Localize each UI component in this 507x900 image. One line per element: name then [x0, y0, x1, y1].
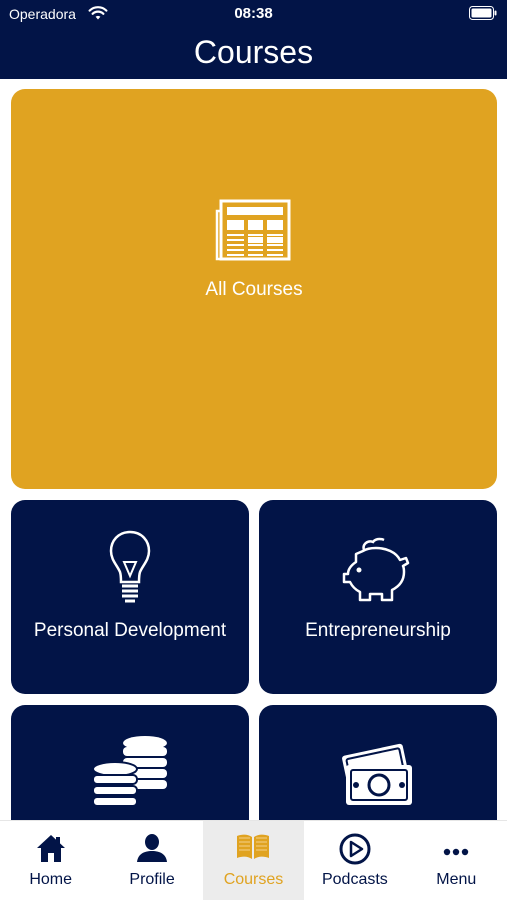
tab-bar: Home Profile Courses Podcasts Menu — [0, 820, 507, 900]
tab-menu[interactable]: Menu — [406, 821, 507, 900]
all-courses-tile[interactable]: All Courses — [11, 89, 497, 489]
tab-home[interactable]: Home — [0, 821, 101, 900]
tile-label: Entrepreneurship — [305, 620, 451, 641]
status-bar: Operadora 08:38 — [0, 0, 507, 30]
piggy-bank-icon — [342, 536, 414, 607]
tab-label: Podcasts — [321, 871, 388, 888]
tile-label: All Courses — [205, 279, 303, 300]
newspaper-icon — [215, 199, 293, 268]
play-circle-icon — [339, 833, 371, 870]
user-icon — [136, 833, 168, 868]
tab-profile[interactable]: Profile — [101, 821, 202, 900]
money-tile[interactable] — [259, 705, 497, 820]
lightbulb-icon — [108, 530, 152, 611]
home-icon — [36, 833, 66, 868]
money-icon — [340, 739, 416, 814]
more-dots-icon — [443, 843, 469, 861]
coins-tile[interactable] — [11, 705, 249, 820]
tab-label: Courses — [223, 871, 284, 888]
tile-label: Personal Development — [33, 620, 227, 641]
coins-icon — [91, 735, 169, 814]
tab-label: Profile — [129, 871, 175, 888]
courses-grid[interactable]: All Courses Personal Development Entrepr… — [0, 79, 507, 820]
tab-label: Menu — [436, 871, 477, 888]
battery-icon — [469, 6, 497, 25]
header: Courses — [0, 30, 507, 79]
entrepreneurship-tile[interactable]: Entrepreneurship — [259, 500, 497, 694]
clock: 08:38 — [234, 5, 273, 22]
tab-podcasts[interactable]: Podcasts — [304, 821, 405, 900]
tab-courses[interactable]: Courses — [202, 821, 305, 900]
personal-development-tile[interactable]: Personal Development — [11, 500, 249, 694]
page-title: Courses — [193, 34, 314, 70]
book-icon — [236, 833, 270, 866]
tab-label: Home — [29, 871, 73, 888]
